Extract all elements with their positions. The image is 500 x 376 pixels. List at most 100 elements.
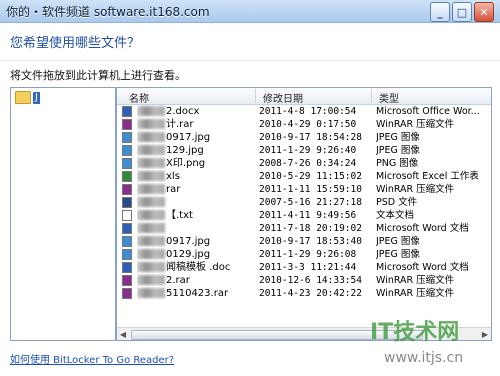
image-file-icon	[122, 158, 132, 169]
table-row[interactable]: rar 2011-1-11 15:59:10 WinRAR 压缩文件	[117, 183, 491, 196]
file-type: Microsoft Word 文档	[376, 223, 469, 234]
file-type: JPEG 图像	[376, 145, 420, 156]
file-date: 2011-7-18 20:19:02	[259, 223, 362, 234]
column-divider[interactable]	[255, 89, 256, 103]
redacted-blur	[137, 197, 165, 207]
divider	[0, 60, 500, 61]
table-row[interactable]: 2.rar 2010-12-6 14:33:54 WinRAR 压缩文件	[117, 274, 491, 287]
file-date: 2011-4-23 20:42:22	[259, 288, 362, 299]
redacted-blur	[137, 119, 165, 129]
file-date: 2011-4-8 17:00:54	[259, 106, 357, 117]
help-link[interactable]: 如何使用 BitLocker To Go Reader?	[10, 351, 174, 366]
scroll-left-icon[interactable]: ◀	[117, 328, 129, 340]
watermark-url: www.itjs.cn	[384, 350, 464, 366]
rar-file-icon	[122, 119, 132, 130]
redacted-blur	[137, 236, 165, 246]
close-button[interactable]: ✕	[474, 2, 494, 22]
file-name: X印.png	[137, 157, 249, 170]
file-date: 2010-9-17 18:54:28	[259, 132, 362, 143]
table-row[interactable]: 2011-7-18 20:19:02 Microsoft Word 文档	[117, 222, 491, 235]
file-date: 2007-5-16 21:27:18	[259, 197, 362, 208]
file-type: 文本文档	[376, 210, 415, 221]
psd-file-icon	[122, 197, 132, 208]
file-name: 计.rar	[137, 118, 249, 131]
file-rows: 2.docx 2011-4-8 17:00:54 Microsoft Office …	[117, 105, 491, 300]
file-name: 【.txt	[137, 209, 249, 222]
table-row[interactable]: 0129.jpg 2011-1-29 9:26:08 JPEG 图像	[117, 248, 491, 261]
word-file-icon	[122, 106, 132, 117]
redacted-blur	[137, 171, 165, 181]
redacted-blur	[137, 223, 165, 233]
table-row[interactable]: xls 2010-5-29 11:15:02 Microsoft Excel 工作表	[117, 170, 491, 183]
bitlocker-reader-window: 你的・软件频道 software.it168.com _ □ ✕ 您希望使用哪些…	[0, 0, 500, 376]
file-date: 2010-12-6 14:33:54	[259, 275, 362, 286]
table-row[interactable]: 【.txt 2011-4-11 9:49:56 文本文档	[117, 209, 491, 222]
table-row[interactable]: 0917.jpg 2010-9-17 18:53:40 JPEG 图像	[117, 235, 491, 248]
file-type: JPEG 图像	[376, 132, 420, 143]
file-name: xls	[137, 170, 249, 183]
image-file-icon	[122, 236, 132, 247]
redacted-blur	[137, 275, 165, 285]
file-date: 2011-4-11 9:49:56	[259, 210, 357, 221]
file-name: rar	[137, 183, 249, 196]
redacted-blur	[137, 184, 165, 194]
redacted-blur	[137, 145, 165, 155]
watermark-logo: IT技术网	[370, 320, 460, 345]
file-name: 0917.jpg	[137, 131, 249, 144]
file-type: Microsoft Word 文档	[376, 262, 469, 273]
file-name: 闻稿模板 .doc	[137, 261, 249, 274]
file-type: PNG 图像	[376, 158, 419, 169]
column-header-type[interactable]: 类型	[379, 90, 399, 105]
minimize-button[interactable]: _	[430, 2, 450, 22]
file-type: JPEG 图像	[376, 249, 420, 260]
file-name: 0129.jpg	[137, 248, 249, 261]
file-list[interactable]: 名称 修改日期 类型 2.docx 2011-4-8 17:00:54 Micros…	[116, 87, 492, 341]
title-watermark-text: 你的・软件频道 software.it168.com	[6, 5, 210, 19]
file-name	[137, 222, 249, 235]
rar-file-icon	[122, 288, 132, 299]
column-divider[interactable]	[371, 89, 372, 103]
file-type: Microsoft Excel 工作表	[376, 171, 479, 182]
file-date: 2010-9-17 18:53:40	[259, 236, 362, 247]
table-row[interactable]: 2007-5-16 21:27:18 PSD 文件	[117, 196, 491, 209]
image-file-icon	[122, 132, 132, 143]
table-row[interactable]: 129.jpg 2011-1-29 9:26:40 JPEG 图像	[117, 144, 491, 157]
site-watermark: IT技术网 www.itjs.cn	[364, 308, 500, 376]
minimize-icon: _	[437, 5, 443, 19]
file-date: 2011-1-29 9:26:40	[259, 145, 357, 156]
table-row[interactable]: 5110423.rar 2011-4-23 20:42:22 WinRAR 压缩文件	[117, 287, 491, 300]
table-row[interactable]: 0917.jpg 2010-9-17 18:54:28 JPEG 图像	[117, 131, 491, 144]
rar-file-icon	[122, 184, 132, 195]
file-name: 129.jpg	[137, 144, 249, 157]
folder-tree[interactable]: J	[10, 87, 116, 341]
close-icon: ✕	[479, 5, 489, 19]
redacted-blur	[137, 158, 165, 168]
file-name: 5110423.rar	[137, 287, 249, 300]
table-row[interactable]: 2.docx 2011-4-8 17:00:54 Microsoft Office …	[117, 105, 491, 118]
column-header-date[interactable]: 修改日期	[263, 90, 303, 105]
file-name: 2.docx	[137, 105, 249, 118]
file-type: WinRAR 压缩文件	[376, 184, 455, 195]
instruction-text: 将文件拖放到此计算机上进行查看。	[10, 69, 186, 82]
table-row[interactable]: 计.rar 2010-4-29 0:17:50 WinRAR 压缩文件	[117, 118, 491, 131]
word-file-icon	[122, 262, 132, 273]
redacted-blur	[137, 132, 165, 142]
file-date: 2008-7-26 0:34:24	[259, 158, 357, 169]
title-bar[interactable]: 你的・软件频道 software.it168.com _ □ ✕	[0, 0, 500, 23]
file-name: 0917.jpg	[137, 235, 249, 248]
file-date: 2010-5-29 11:15:02	[259, 171, 362, 182]
maximize-button[interactable]: □	[452, 2, 472, 22]
tree-item-drive[interactable]: J	[15, 91, 40, 104]
redacted-blur	[137, 249, 165, 259]
image-file-icon	[122, 145, 132, 156]
table-row[interactable]: X印.png 2008-7-26 0:34:24 PNG 图像	[117, 157, 491, 170]
tree-item-label: J	[33, 91, 40, 104]
list-header: 名称 修改日期 类型	[117, 88, 491, 105]
window-controls: _ □ ✕	[430, 2, 494, 22]
redacted-blur	[137, 106, 165, 116]
column-header-name[interactable]: 名称	[129, 90, 149, 105]
file-name: 2.rar	[137, 274, 249, 287]
redacted-blur	[137, 210, 165, 220]
table-row[interactable]: 闻稿模板 .doc 2011-3-3 11:21:44 Microsoft Word…	[117, 261, 491, 274]
file-name	[137, 196, 249, 209]
